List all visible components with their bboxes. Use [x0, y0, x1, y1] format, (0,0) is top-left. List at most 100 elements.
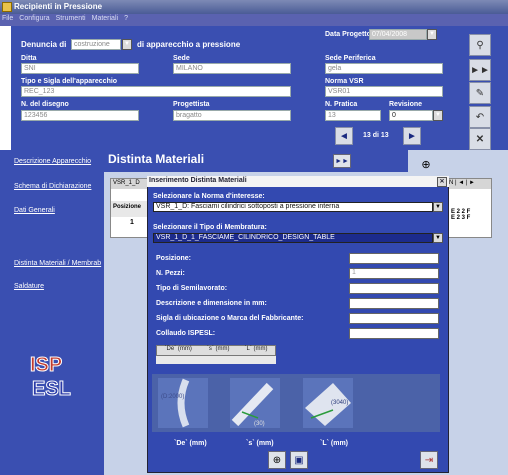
disegno-label: N. del disegno [21, 101, 69, 108]
menu-help[interactable]: ? [124, 15, 128, 26]
modal-close-button[interactable]: ✕ [437, 177, 447, 187]
length-diagram: (3040) [303, 378, 353, 428]
exit-door-icon: ⇥ [424, 454, 434, 466]
record-counter: 13 di 13 [363, 132, 389, 139]
progettista-field[interactable]: bragatto [173, 110, 291, 121]
sede-periferica-field[interactable]: gela [325, 63, 443, 74]
chevron-down-icon[interactable]: ▼ [433, 233, 443, 243]
sigla-input[interactable] [349, 313, 439, 324]
ditta-label: Ditta [21, 55, 37, 62]
fast-forward-icon: ►► [335, 157, 349, 165]
menu-materiali[interactable]: Materiali [92, 15, 118, 26]
app-icon [2, 2, 12, 12]
nav-descrizione[interactable]: Descrizione Apparecchio [14, 158, 91, 165]
scroll-tabs[interactable]: N | ◄ | ► [447, 179, 491, 189]
ditta-field[interactable]: SNI [21, 63, 139, 74]
dim-label-l: `L` (mm) [320, 440, 348, 447]
window-title: Recipienti in Pressione [14, 2, 103, 11]
add-document-icon: ⊕ [272, 454, 282, 466]
add-record-button[interactable]: ⊕ [416, 155, 436, 173]
chevron-down-icon[interactable]: ▼ [122, 39, 132, 50]
revisione-label: Revisione [389, 101, 423, 108]
menu-configura[interactable]: Configura [19, 15, 49, 26]
thickness-diagram: (30) [230, 378, 280, 428]
distinta-next-button[interactable]: ►► [333, 154, 351, 168]
add-document-icon: ⊕ [421, 158, 431, 171]
next-record-button[interactable]: ► [403, 127, 421, 145]
field-label: N. Pezzi: [156, 270, 185, 277]
dimension-table: `De` (mm) `s` (mm) `L` (mm) [156, 345, 276, 356]
pencil-icon: ✎ [475, 87, 485, 99]
fast-forward-icon: ►► [470, 64, 490, 76]
semilavorato-input[interactable] [349, 283, 439, 294]
progettista-label: Progettista [173, 101, 210, 108]
table-cell: E 2 3 F [451, 215, 471, 221]
menu-bar: File Configura Strumenti Materiali ? [0, 14, 508, 26]
field-label: Collaudo ISPESL: [156, 330, 216, 337]
img-label: (D:2000) [161, 394, 184, 400]
close-icon: ✕ [475, 133, 485, 145]
img-label: (30) [254, 421, 265, 427]
dim-col-s: `s` (mm) [206, 346, 230, 352]
delete-button[interactable]: ✕ [469, 128, 491, 150]
nav-schema[interactable]: Schema di Dichiarazione [14, 183, 91, 190]
arrow-right-icon: ► [407, 130, 417, 142]
chevron-down-icon[interactable]: ▼ [433, 202, 443, 212]
diameter-diagram: (D:2000) [158, 378, 208, 428]
pratica-field[interactable]: 13 [325, 110, 381, 121]
chevron-down-icon[interactable]: ▼ [427, 29, 437, 40]
descrizione-input[interactable] [349, 298, 439, 309]
sede-label: Sede [173, 55, 190, 62]
tipo-label: Tipo e Sigla dell'apparecchio [21, 78, 118, 85]
dimension-row[interactable] [156, 356, 276, 364]
norma-select-label: Selezionare la Norma d'interesse: [153, 193, 265, 200]
pezzi-input[interactable]: 1 [349, 268, 439, 279]
norma-select[interactable]: VSR_1_D: Fasciami cilindrici sottoposti … [153, 202, 433, 212]
denuncia-label: Denuncia di [21, 40, 67, 49]
last-record-button[interactable]: ►► [469, 59, 491, 81]
norma-field[interactable]: VSR01 [325, 86, 443, 97]
nav-saldature[interactable]: Saldature [14, 283, 44, 290]
tipo-select[interactable]: VSR_1_D_1_FASCIAME_CILINDRICO_DESIGN_TAB… [153, 233, 433, 243]
edit-button[interactable]: ✎ [469, 82, 491, 104]
pratica-label: N. Pratica [325, 101, 358, 108]
search-button[interactable]: ⚲ [469, 34, 491, 56]
modal-title-bar: Inserimento Distinta Materiali ✕ [147, 176, 449, 187]
nav-dati-generali[interactable]: Dati Generali [14, 207, 55, 214]
field-label: Posizione: [156, 255, 192, 262]
nav-distinta[interactable]: Distinta Materiali / Membrab [14, 260, 101, 267]
posizione-input[interactable] [349, 253, 439, 264]
img-label: (3040) [331, 400, 348, 406]
data-progetto-label: Data Progetto: [325, 31, 374, 38]
save-button[interactable]: ▣ [290, 451, 308, 469]
floppy-icon: ▣ [294, 454, 304, 466]
field-label: Sigla di ubicazione o Marca del Fabbrica… [156, 315, 304, 322]
menu-strumenti[interactable]: Strumenti [56, 15, 86, 26]
dim-col-de: `De` (mm) [164, 346, 192, 352]
svg-text:ISP: ISP [30, 354, 62, 376]
undo-icon: ↶ [475, 111, 485, 123]
chevron-down-icon[interactable]: ▼ [433, 110, 443, 121]
dim-label-de: `De` (mm) [174, 440, 207, 447]
denuncia-select[interactable]: costruzione [71, 39, 121, 50]
collaudo-input[interactable] [349, 328, 439, 339]
dim-col-l: `L` (mm) [244, 346, 268, 352]
new-button[interactable]: ⊕ [268, 451, 286, 469]
revisione-field[interactable]: 0 [389, 110, 433, 121]
table-right: N | ◄ | ► E 2 2 F E 2 3 F [446, 178, 492, 238]
exit-button[interactable]: ⇥ [420, 451, 438, 469]
prev-record-button[interactable]: ◄ [335, 127, 353, 145]
sede-field[interactable]: MILANO [173, 63, 291, 74]
field-label: Descrizione e dimensione in mm: [156, 300, 267, 307]
disegno-field[interactable]: 123456 [21, 110, 139, 121]
data-progetto-field[interactable]: 07/04/2008 [369, 29, 427, 40]
svg-text:ESL: ESL [32, 378, 71, 399]
binoculars-icon: ⚲ [476, 39, 484, 51]
menu-file[interactable]: File [2, 15, 13, 26]
undo-button[interactable]: ↶ [469, 106, 491, 128]
modal-title: Inserimento Distinta Materiali [149, 177, 247, 184]
tipo-field[interactable]: REC_123 [21, 86, 291, 97]
tipo-select-label: Selezionare il Tipo di Membratura: [153, 224, 267, 231]
norma-label: Norma VSR [325, 78, 364, 85]
field-label: Tipo di Semilavorato: [156, 285, 228, 292]
